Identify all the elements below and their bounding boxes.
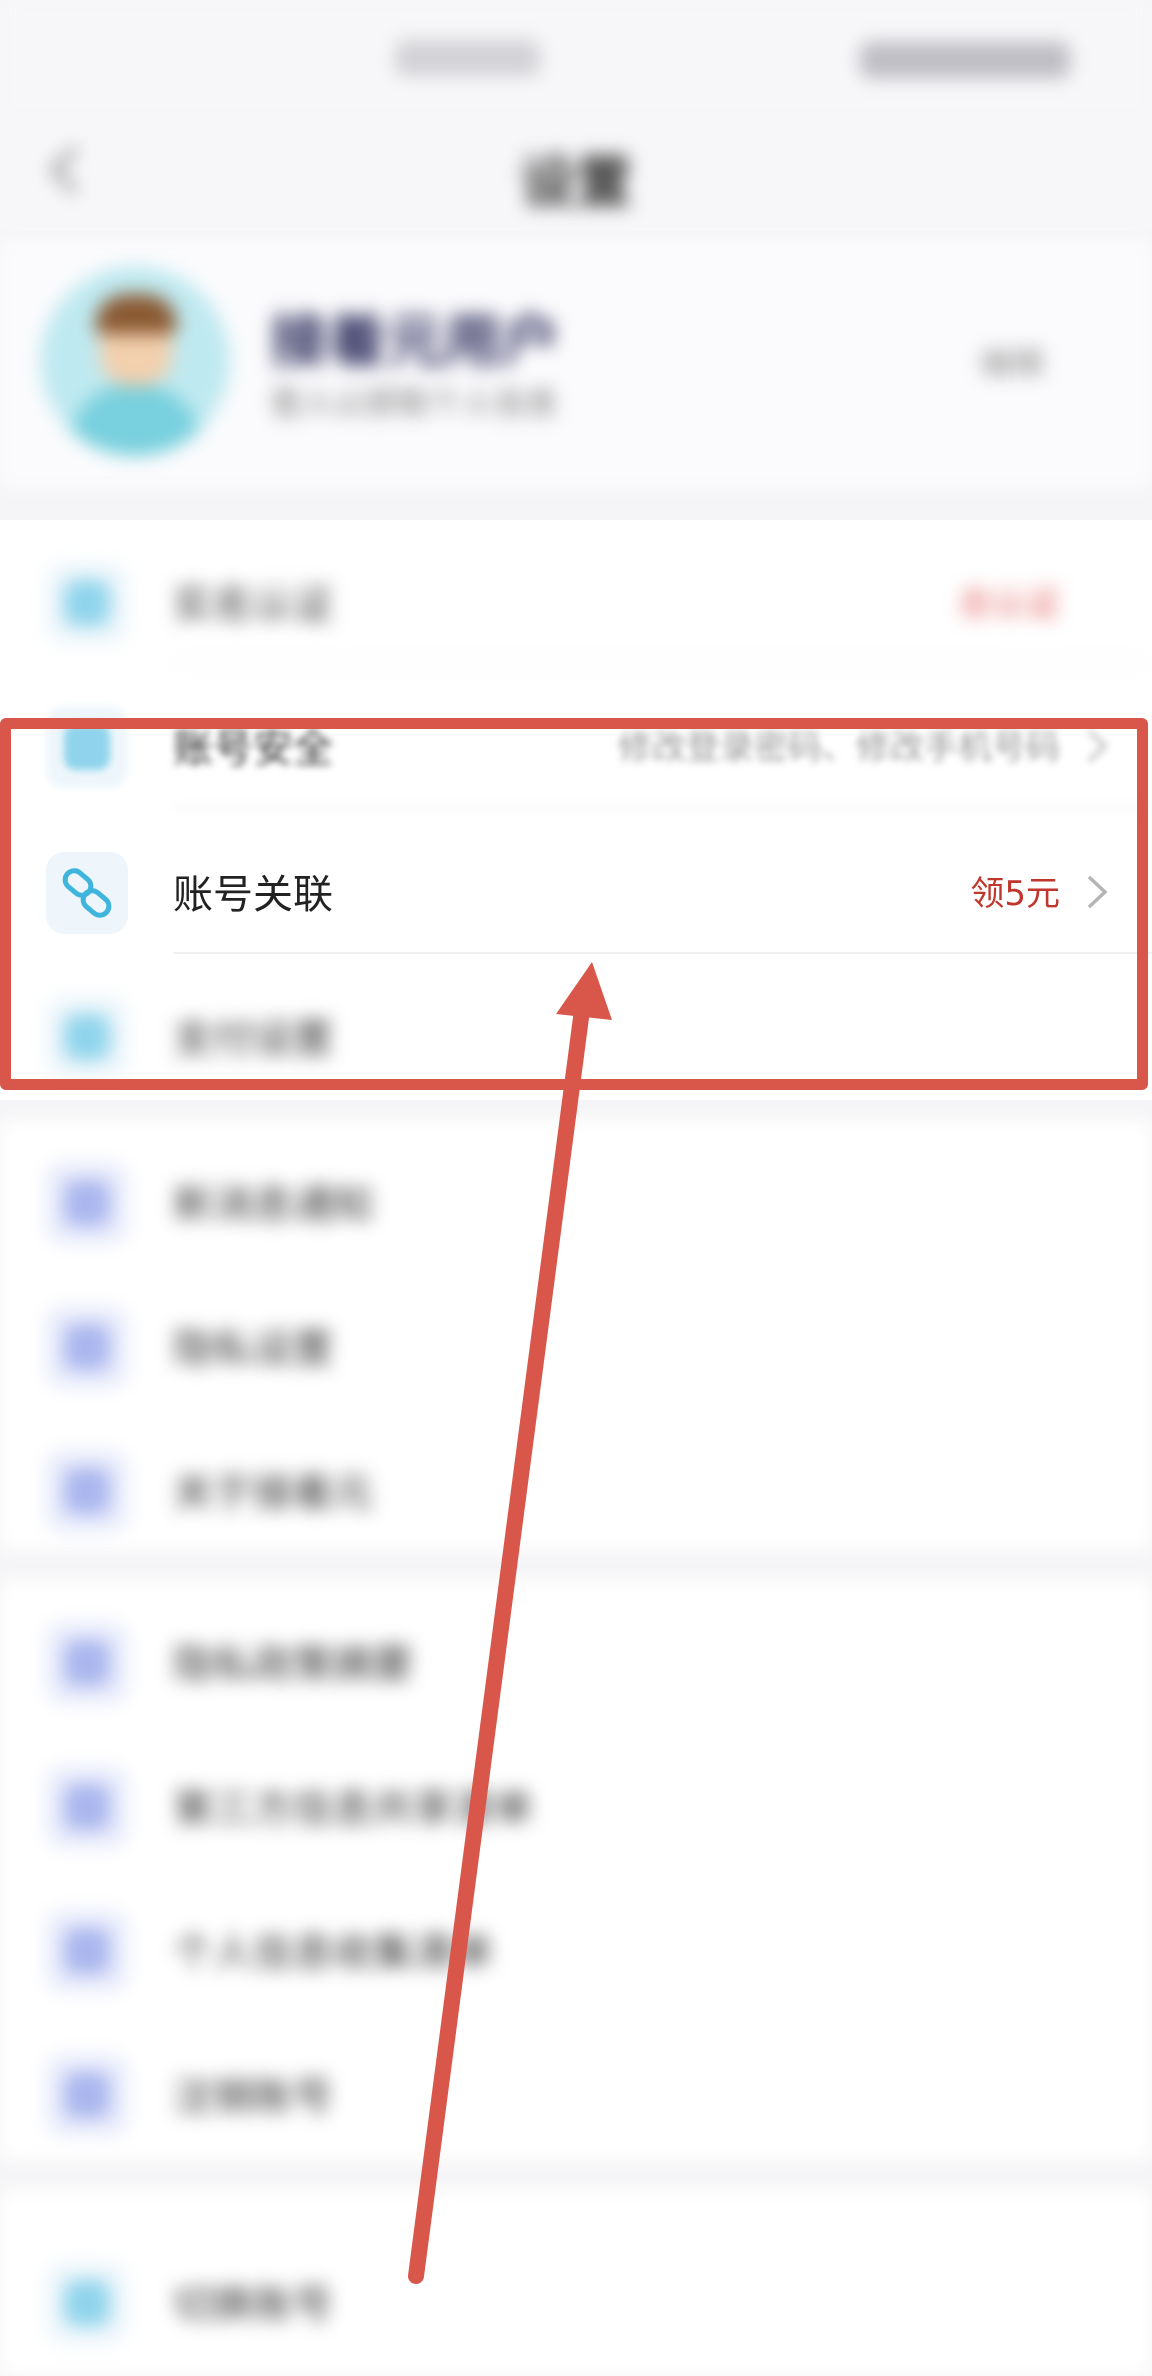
watermark: Baidu经验 jingyan.baidu.com [880, 2250, 1140, 2366]
watermark-url: jingyan.baidu.com [890, 2342, 1075, 2366]
annotation-arrow-icon [408, 962, 612, 2284]
watermark-brand: Baidu经验 [880, 2291, 1110, 2342]
